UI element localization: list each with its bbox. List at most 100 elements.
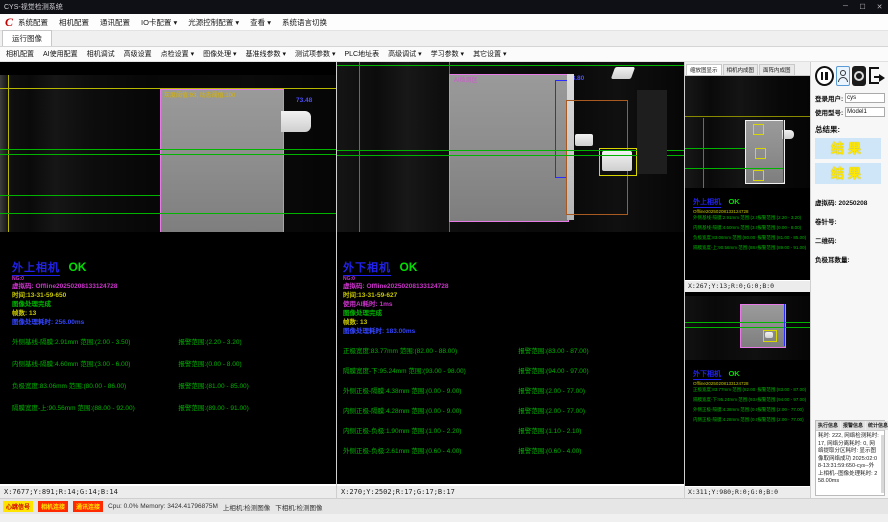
user-icon [840,70,846,76]
lower-camera-image-link[interactable]: 下相机:检测图像 [275,502,322,512]
bright-feature-blob [602,151,632,171]
measure-row: 隔膜宽度-上:90.56mm 范围:(88.00 - 92.00)报警范围:(8… [12,402,332,412]
account-button[interactable] [852,66,866,86]
tool-camera-config[interactable]: 相机配置 [6,49,34,59]
virtual-code-field: 虚拟码: 20250208 [815,197,885,207]
tool-ai-config[interactable]: AI使用配置 [43,49,78,59]
toolbar: 相机配置 AI使用配置 相机调试 高级设置 点检设置 ▾ 图像处理 ▾ 基准线参… [0,47,888,62]
alarm-range: 报警范围:(83.00 - 87.00) [518,345,680,355]
lower-camera-thumbnail[interactable]: 外下相机 OK Offline20250208133124728 正极宽度:83… [685,296,810,498]
login-user-label: 登录用户: [815,93,843,103]
upper-camera-coords-bar: X:7677;Y:891;R:14;G:14;B:14 [0,484,336,498]
upper-camera-image-link[interactable]: 上相机:检测图像 [223,502,270,512]
login-user-button[interactable] [836,66,850,86]
green-measure-line [337,65,684,66]
tab-exec-info[interactable]: 执行信息 [816,421,840,430]
tool-test-params[interactable]: 测试项参数 ▾ [295,49,335,59]
tab-area-view[interactable]: 面阵内成图 [759,64,795,75]
thumbnail-image [685,76,810,188]
measure-row: 隔膜宽度-下:95.24mm 范围:(93.00 - 98.00)报警范围:(9… [693,397,810,403]
account-icon [854,71,864,81]
process-duration: 图像处理耗时: 256.00ms [12,318,332,327]
virtual-code: 虚拟码: Offline20250208133124728 [12,282,332,291]
menu-language-switch[interactable]: 系统语言切换 [282,17,327,28]
alarm-range: 报警范围:(83.00 - 87.00) [757,387,810,393]
alarm-range: 报警范围:(2.00 - 77.00) [518,405,680,415]
lower-camera-coords-bar: X:270;Y:2502;R:17;G:17;B:17 [337,484,684,498]
close-icon[interactable]: ✕ [871,3,888,11]
tab-run-image[interactable]: 运行图像 [2,30,52,46]
menu-io-config[interactable]: IO卡配置 ▾ [141,17,177,28]
tool-advanced-settings[interactable]: 高级设置 [124,49,152,59]
exit-button[interactable] [868,66,885,86]
feature-box [753,124,764,135]
tool-camera-debug[interactable]: 相机调试 [87,49,115,59]
measure-value: 隔膜宽度-下:95.24mm 范围:(93.00 - 98.00) [693,397,757,403]
tabstrip: 运行图像 [0,31,888,47]
tool-image-processing[interactable]: 图像处理 ▾ [203,49,236,59]
sidebar: 登录用户: cys 使用型号: Model1 总结果: 结果 结果 虚拟码: 2… [811,62,888,498]
alarm-range: 报警范围:(1.10 - 2.10) [518,425,680,435]
measure-value: 内侧基线-隔膜:4.60mm 范围:(3.00 - 6.00) [12,358,178,368]
thumbnail-result-block: 外下相机 OK Offline20250208133124728 正极宽度:83… [685,360,810,423]
alarm-range: 报警范围:(94.00 - 97.00) [518,365,680,375]
measure-value: 隔膜宽度-上:90.56mm 范围:(88.00 - 92.00) [693,245,757,251]
measure-row: 负极宽度:83.06mm 范围:(80.00 - 86.00)报警范围:(81.… [12,380,332,390]
tool-learning-params[interactable]: 学习参数 ▾ [431,49,464,59]
green-measure-line [337,155,684,156]
log-tabs: 执行信息 报警信息 统计信息 [816,421,884,431]
tab-zoom-view[interactable]: 缩放图显示 [686,64,722,75]
alarm-range: 报警范围:(94.00 - 97.00) [757,397,810,403]
main-area: 灰度阈值:93, 动态阈值:100 73.48 外上相机 OK NG:0 虚拟码… [0,62,888,498]
upper-camera-thumbnail[interactable]: 外上相机 OK Offline20250208133124728 外侧基线-隔膜… [685,76,810,293]
tool-advanced-debug[interactable]: 高级调试 ▾ [388,49,421,59]
tab-camera-view[interactable]: 相机内成图 [723,64,759,75]
tab-stats-info[interactable]: 统计信息 [866,421,888,430]
feature-box [753,170,764,181]
menu-system-config[interactable]: 系统配置 [18,17,48,28]
alarm-range: 报警范围:(2.20 - 3.20) [757,215,810,221]
cpu-memory-readout: Cpu: 0.0% Memory: 3424.41796875M [108,503,218,510]
ai-duration: 使用AI耗时: 1ms [343,300,680,309]
camera-title: 外下相机 [693,369,721,380]
lower-camera-image[interactable]: AI检测区 73.80 [337,62,684,232]
measure-value: 内侧正极-隔膜:4.28mm 范围:(0.00 - 9.00) [343,405,518,415]
measure-value: 外侧基线-隔膜:2.91mm 范围:(2.00 - 3.50) [693,215,757,221]
menu-camera-config[interactable]: 相机配置 [59,17,89,28]
tool-other-settings[interactable]: 其它设置 ▾ [473,49,506,59]
maximize-icon[interactable]: ☐ [854,3,871,11]
measure-row: 外侧正极-隔膜:4.38mm 范围:(0.00 - 9.00)报警范围:(2.0… [343,385,680,395]
measure-value: 外侧正极-隔膜:4.38mm 范围:(0.00 - 9.00) [693,407,757,413]
window-title: CYS-视觉检测系统 [4,2,63,12]
menu-view[interactable]: 查看 ▾ [250,17,271,28]
menu-light-config[interactable]: 光源控制配置 ▾ [188,17,239,28]
measure-value: 内侧基线-隔膜:4.60mm 范围:(3.00 - 6.00) [693,225,757,231]
measure-row: 内侧正极-隔膜:4.28mm 范围:(0.00 - 9.00)报警范围:(2.0… [693,417,810,423]
thumbnail-coords-bar: X:311;Y:980;R:0;G:0;B:0 [685,486,810,498]
tool-spotcheck-settings[interactable]: 点检设置 ▾ [161,49,194,59]
log-scrollbar[interactable] [881,435,884,493]
measure-value: 外侧正极-负极:2.61mm 范围:(0.60 - 4.00) [343,445,518,455]
alarm-range: 报警范围:(89.00 - 91.00) [178,402,332,412]
titlebar: CYS-视觉检测系统 ─ ☐ ✕ [0,0,888,14]
frame-count: 帧数: 13 [12,309,332,318]
green-measure-line [0,195,160,196]
camera-connection-badge: 相机连接 [38,501,68,512]
tool-plc-address-table[interactable]: PLC地址表 [345,49,380,59]
tool-baseline-params[interactable]: 基准线参数 ▾ [246,49,286,59]
tab-alarm-info[interactable]: 报警信息 [841,421,865,430]
measure-value: 负极宽度:83.06mm 范围:(80.00 - 86.00) [693,235,757,241]
result-ok-badge: OK [728,197,739,206]
measure-row: 外侧基线-隔膜:2.91mm 范围:(2.00 - 3.50)报警范围:(2.2… [693,215,810,221]
camera-title: 外上相机 [12,259,60,276]
menu-comm-config[interactable]: 通讯配置 [100,17,130,28]
green-measure-line [703,118,704,188]
upper-camera-image[interactable]: 灰度阈值:93, 动态阈值:100 73.48 [0,75,336,232]
model-field[interactable]: Model1 [845,107,885,117]
login-user-field[interactable]: cys [845,93,885,103]
minimize-icon[interactable]: ─ [837,3,854,11]
alarm-range: 报警范围:(2.00 - 77.00) [757,417,810,423]
pause-button[interactable] [815,66,834,86]
measure-row: 隔膜宽度-上:90.56mm 范围:(88.00 - 92.00)报警范围:(8… [693,245,810,251]
exit-arrow-icon [879,74,885,82]
